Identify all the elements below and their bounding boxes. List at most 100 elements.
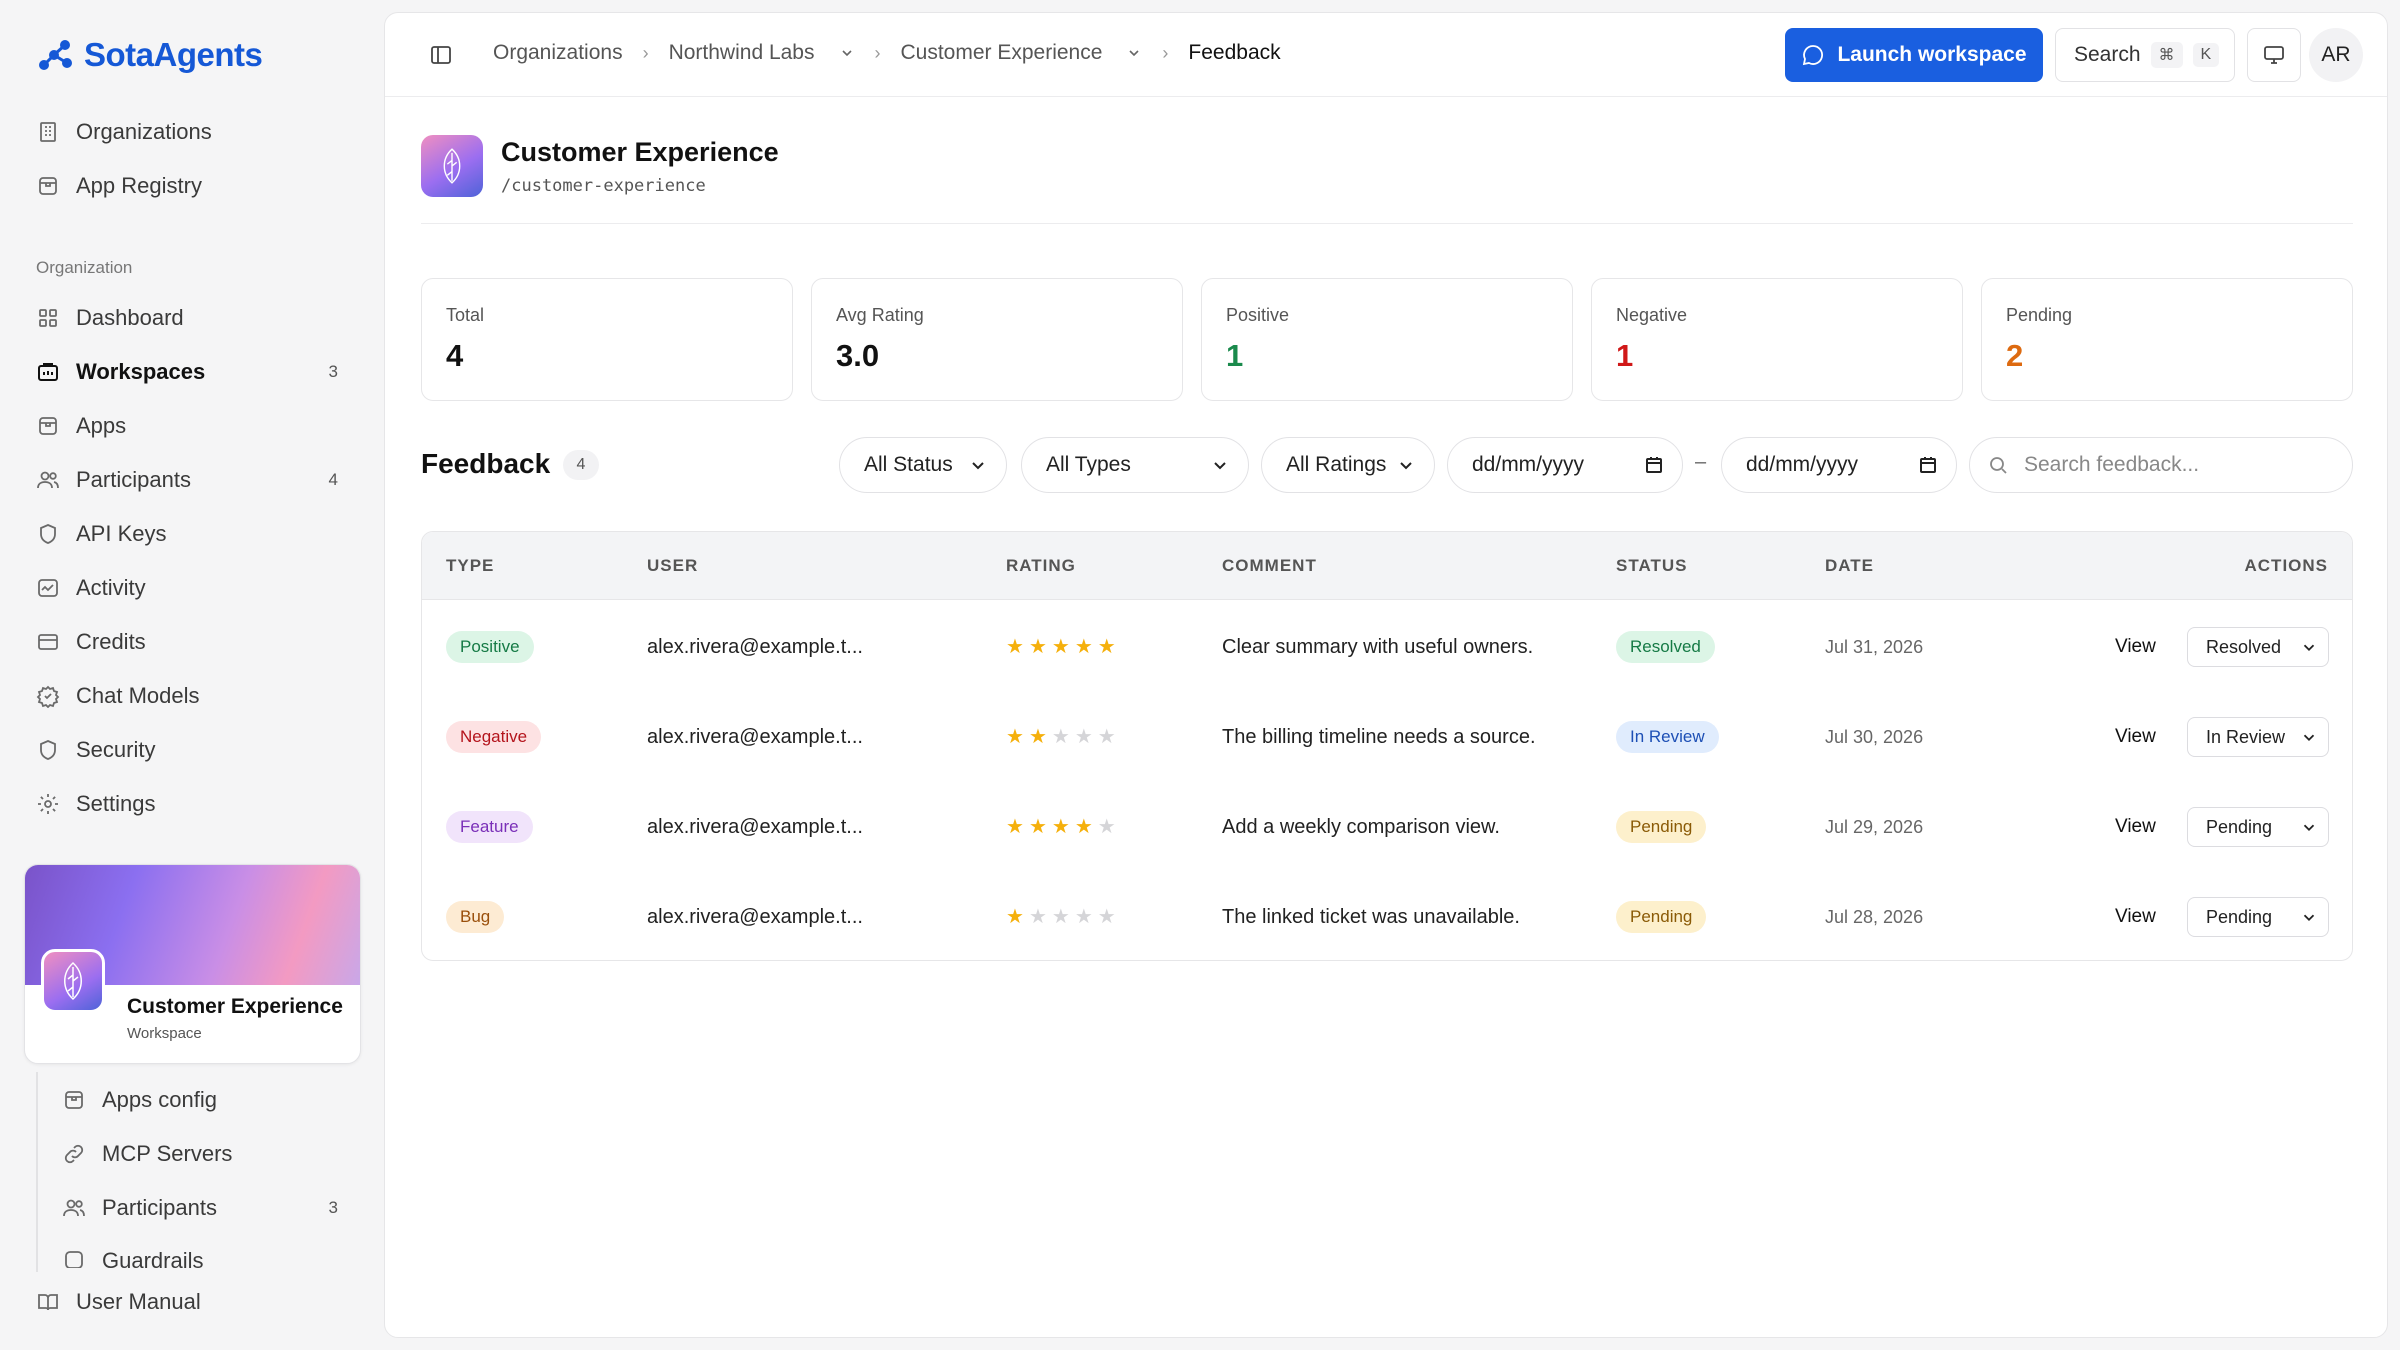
- grid-icon: [39, 309, 57, 327]
- kbd-command: ⌘: [2150, 42, 2183, 68]
- section-label-organization: Organization: [36, 258, 133, 277]
- sidebar-item-label: Dashboard: [76, 305, 184, 330]
- status-select-value: Pending: [2206, 906, 2273, 927]
- sidebar-item-dashboard[interactable]: Dashboard: [36, 298, 346, 338]
- stat-value: 3.0: [836, 338, 880, 373]
- display-button[interactable]: [2247, 28, 2301, 82]
- status-select-value: Pending: [2206, 816, 2273, 837]
- sidebar-item-label: Guardrails: [102, 1248, 204, 1268]
- view-link[interactable]: View: [2115, 816, 2156, 838]
- view-link[interactable]: View: [2115, 906, 2156, 928]
- sidebar-item-participants[interactable]: Participants 4: [36, 460, 346, 500]
- workspace-card[interactable]: Customer Experience Workspace: [24, 864, 361, 1064]
- calendar-icon: [1920, 457, 1936, 473]
- status-select[interactable]: In Review: [2187, 717, 2329, 757]
- sidebar-item-label: Activity: [76, 575, 146, 600]
- user-email: alex.rivera@example.t...: [647, 905, 863, 928]
- user-email: alex.rivera@example.t...: [647, 725, 863, 748]
- star-filled-icon: ★: [1097, 636, 1116, 658]
- chevron-down-icon[interactable]: [1126, 45, 1142, 61]
- sidebar: SotaAgents Organizations App Registry Or…: [0, 0, 384, 1350]
- breadcrumb-northwind-labs[interactable]: Northwind Labs: [669, 41, 815, 65]
- leaf-icon: [443, 148, 461, 184]
- page-title: Customer Experience: [501, 136, 779, 167]
- rating-filter-value: All Ratings: [1286, 453, 1387, 476]
- shield-icon: [40, 740, 56, 760]
- rating-filter-select[interactable]: All Ratings: [1261, 437, 1435, 493]
- sidebar-item-security[interactable]: Security: [36, 730, 346, 770]
- date-from-input[interactable]: dd/mm/yyyy: [1447, 437, 1683, 493]
- sidebar-item-user-manual[interactable]: User Manual: [36, 1282, 346, 1322]
- star-filled-icon: ★: [1028, 816, 1047, 838]
- sidebar-item-api-keys[interactable]: API Keys: [36, 514, 346, 554]
- star-empty-icon: ★: [1074, 906, 1093, 928]
- status-select[interactable]: Pending: [2187, 807, 2329, 847]
- column-header-comment: COMMENT: [1222, 556, 1317, 575]
- view-link[interactable]: View: [2115, 726, 2156, 748]
- activity-icon: [38, 579, 58, 597]
- sidebar-item-credits[interactable]: Credits: [36, 622, 346, 662]
- sidebar-item-label: API Keys: [76, 521, 167, 546]
- type-filter-value: All Types: [1046, 453, 1131, 476]
- sidebar-item-apps-config[interactable]: Apps config: [62, 1080, 346, 1120]
- column-header-user: USER: [647, 556, 699, 575]
- breadcrumb-feedback: Feedback: [1188, 41, 1281, 64]
- status-filter-select[interactable]: All Status: [839, 437, 1007, 493]
- topbar: Organizations › Northwind Labs › Custome…: [385, 13, 2387, 97]
- book-icon: [38, 1294, 58, 1311]
- sidebar-item-workspaces[interactable]: Workspaces 3: [36, 352, 346, 392]
- sidebar-item-mcp-servers[interactable]: MCP Servers: [62, 1134, 346, 1174]
- status-filter-value: All Status: [864, 453, 953, 476]
- brand-logo[interactable]: SotaAgents: [36, 36, 263, 74]
- star-filled-icon: ★: [1051, 636, 1070, 658]
- star-empty-icon: ★: [1051, 906, 1070, 928]
- search-button[interactable]: Search ⌘ K: [2055, 28, 2235, 82]
- stat-label: Avg Rating: [836, 305, 924, 325]
- view-link[interactable]: View: [2115, 636, 2156, 658]
- star-filled-icon: ★: [1074, 816, 1093, 838]
- star-empty-icon: ★: [1097, 726, 1116, 748]
- type-badge: Negative: [446, 721, 542, 753]
- sidebar-toggle-icon[interactable]: [429, 43, 453, 67]
- package-icon: [65, 1091, 83, 1109]
- status-select[interactable]: Resolved: [2187, 627, 2329, 667]
- stat-value: 2: [2006, 338, 2024, 373]
- column-header-actions: ACTIONS: [2244, 556, 2328, 575]
- breadcrumb-organizations[interactable]: Organizations: [493, 41, 623, 65]
- sidebar-item-settings[interactable]: Settings: [36, 784, 346, 824]
- user-avatar[interactable]: AR: [2309, 28, 2363, 82]
- sidebar-item-guardrails[interactable]: Guardrails: [62, 1242, 346, 1268]
- comment-text: The billing timeline needs a source.: [1222, 725, 1536, 748]
- column-header-rating: RATING: [1006, 556, 1076, 575]
- sidebar-item-apps[interactable]: Apps: [36, 406, 346, 446]
- type-badge: Bug: [446, 901, 505, 933]
- status-select[interactable]: Pending: [2187, 897, 2329, 937]
- header-divider: [421, 223, 2353, 224]
- calendar-icon: [1646, 457, 1662, 473]
- launch-workspace-button[interactable]: Launch workspace: [1785, 28, 2043, 82]
- stat-value: 4: [446, 338, 464, 373]
- star-empty-icon: ★: [1097, 816, 1116, 838]
- stat-card-pending: Pending 2: [1981, 278, 2353, 401]
- chevron-down-icon[interactable]: [839, 45, 855, 61]
- breadcrumb-customer-experience[interactable]: Customer Experience: [901, 41, 1103, 65]
- stat-label: Positive: [1226, 305, 1290, 325]
- chevron-down-icon: [1214, 462, 1226, 470]
- kbd-k: K: [2192, 43, 2220, 67]
- chevron-down-icon: [2303, 734, 2315, 741]
- sidebar-item-label: Chat Models: [76, 683, 200, 708]
- table-row: Feature alex.rivera@example.t... ★ ★ ★ ★ ★ Add …: [422, 782, 2352, 872]
- type-filter-select[interactable]: All Types: [1021, 437, 1249, 493]
- sotaagents-logo-icon: [39, 40, 72, 70]
- sidebar-item-app-registry[interactable]: App Registry: [36, 166, 346, 206]
- sidebar-item-chat-models[interactable]: Chat Models: [36, 676, 346, 716]
- stat-label: Total: [446, 305, 485, 325]
- date-to-input[interactable]: dd/mm/yyyy: [1721, 437, 1957, 493]
- building-icon: [40, 122, 56, 142]
- star-empty-icon: ★: [1097, 906, 1116, 928]
- sidebar-item-label: Apps config: [102, 1087, 217, 1112]
- search-feedback-input[interactable]: Search feedback...: [1969, 437, 2353, 493]
- sidebar-item-organizations[interactable]: Organizations: [36, 112, 346, 152]
- sidebar-item-activity[interactable]: Activity: [36, 568, 346, 608]
- sidebar-item-ws-participants[interactable]: Participants 3: [62, 1188, 346, 1228]
